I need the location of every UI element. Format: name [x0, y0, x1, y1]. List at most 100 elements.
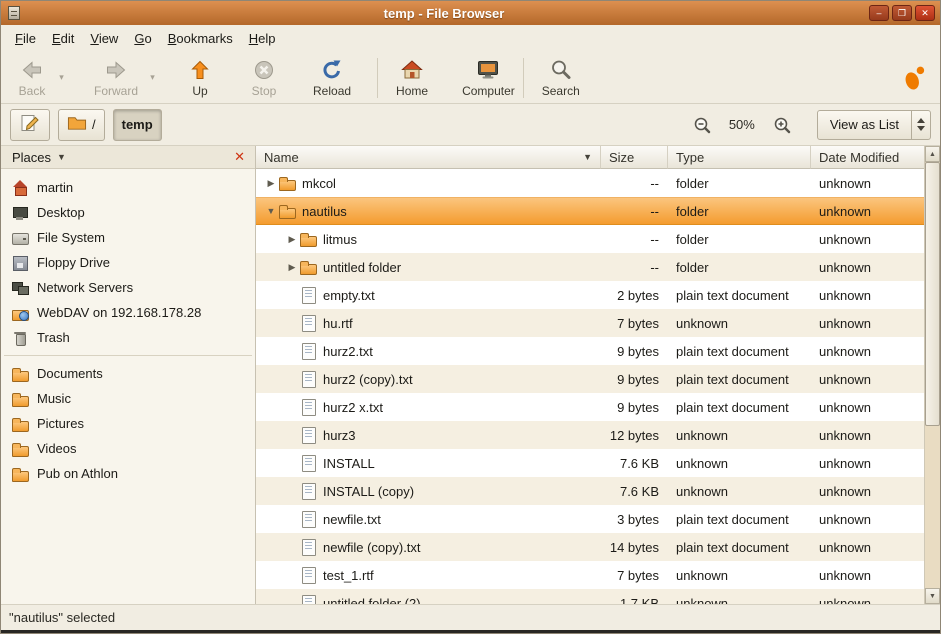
current-folder-button[interactable]: temp [113, 109, 162, 141]
window-title: temp - File Browser [22, 6, 866, 21]
file-type: plain text document [668, 393, 811, 421]
up-button[interactable]: Up [177, 56, 223, 100]
sidebar-item-martin[interactable]: martin [1, 175, 255, 200]
content-area: Places ▼ ✕ martin Desktop File System Flopp… [1, 146, 940, 604]
sidebar-item-pub-on-athlon[interactable]: Pub on Athlon [1, 461, 255, 486]
sidebar-item-trash[interactable]: Trash [1, 325, 255, 350]
titlebar[interactable]: temp - File Browser – ❐ ✕ [1, 1, 940, 25]
file-row-newfile-copy-txt[interactable]: newfile (copy).txt14 bytesplain text doc… [256, 533, 924, 561]
column-header-size[interactable]: Size [601, 146, 668, 169]
edit-location-icon [19, 112, 41, 137]
file-row-untitled-folder-2-[interactable]: untitled folder (2)1.7 KBunknownunknown [256, 589, 924, 604]
expand-expander-icon[interactable]: ▶ [263, 178, 279, 189]
sort-indicator-icon: ▼ [583, 152, 592, 162]
file-browser-window: temp - File Browser – ❐ ✕ FileEditViewGo… [0, 0, 941, 634]
close-sidebar-button[interactable]: ✕ [231, 149, 248, 165]
computer-button[interactable]: Computer [454, 56, 523, 100]
file-modified: unknown [811, 309, 924, 337]
menu-edit[interactable]: Edit [44, 27, 82, 50]
column-header-name[interactable]: Name ▼ [256, 146, 601, 169]
sidebar-item-music[interactable]: Music [1, 386, 255, 411]
zoom-out-button[interactable] [689, 115, 715, 135]
expand-expander-icon[interactable]: ▶ [284, 234, 300, 245]
menu-help[interactable]: Help [241, 27, 284, 50]
combo-spinner-icon [911, 111, 930, 139]
file-modified: unknown [811, 225, 924, 253]
menu-file[interactable]: File [7, 27, 44, 50]
search-label: Search [542, 84, 580, 98]
sidebar-item-documents[interactable]: Documents [1, 361, 255, 386]
file-size: -- [601, 198, 668, 224]
sidebar-item-network-servers[interactable]: Network Servers [1, 275, 255, 300]
scrollbar-thumb[interactable] [925, 162, 940, 426]
view-mode-dropdown[interactable]: View as List [817, 110, 931, 140]
sidebar-item-pictures[interactable]: Pictures [1, 411, 255, 436]
sidebar-item-label: Pictures [37, 416, 84, 431]
sidebar-item-label: Desktop [37, 205, 85, 220]
file-row-hu-rtf[interactable]: hu.rtf7 bytesunknownunknown [256, 309, 924, 337]
file-row-hurz2-x-txt[interactable]: hurz2 x.txt9 bytesplain text documentunk… [256, 393, 924, 421]
file-name: mkcol [302, 176, 336, 191]
file-row-untitled-folder[interactable]: ▶untitled folder--folderunknown [256, 253, 924, 281]
text-file-icon [300, 427, 317, 443]
file-size: 3 bytes [601, 505, 668, 533]
file-type: unknown [668, 449, 811, 477]
collapse-expander-icon[interactable]: ▼ [263, 206, 279, 216]
text-file-icon [300, 371, 317, 387]
file-name: hurz3 [323, 428, 356, 443]
file-list-rows: ▶mkcol--folderunknown▼nautilus--folderun… [256, 169, 924, 604]
home-icon [12, 180, 29, 196]
sidebar-item-floppy-drive[interactable]: Floppy Drive [1, 250, 255, 275]
file-row-test-1-rtf[interactable]: test_1.rtf7 bytesunknownunknown [256, 561, 924, 589]
minimize-button[interactable]: – [869, 5, 889, 21]
file-type: folder [668, 225, 811, 253]
close-button[interactable]: ✕ [915, 5, 935, 21]
file-row-install[interactable]: INSTALL7.6 KBunknownunknown [256, 449, 924, 477]
file-modified: unknown [811, 421, 924, 449]
text-file-icon [300, 343, 317, 359]
file-row-nautilus[interactable]: ▼nautilus--folderunknown [256, 197, 924, 225]
root-path-label: / [92, 117, 96, 132]
menu-go[interactable]: Go [126, 27, 159, 50]
file-row-hurz3[interactable]: hurz312 bytesunknownunknown [256, 421, 924, 449]
column-header-date-modified[interactable]: Date Modified [811, 146, 924, 169]
scrollbar-track[interactable] [925, 162, 940, 588]
file-name: untitled folder (2) [323, 596, 421, 605]
filesystem-icon [12, 230, 29, 246]
menu-bookmarks[interactable]: Bookmarks [160, 27, 241, 50]
file-row-hurz2-txt[interactable]: hurz2.txt9 bytesplain text documentunkno… [256, 337, 924, 365]
sidebar-item-webdav-on-192-168-178-28[interactable]: WebDAV on 192.168.178.28 [1, 300, 255, 325]
scroll-down-button[interactable]: ▼ [925, 588, 940, 604]
toggle-location-entry-button[interactable] [10, 109, 50, 141]
sidebar-item-file-system[interactable]: File System [1, 225, 255, 250]
maximize-button[interactable]: ❐ [892, 5, 912, 21]
menu-view[interactable]: View [82, 27, 126, 50]
window-menu-icon[interactable] [6, 5, 22, 21]
sidebar-item-videos[interactable]: Videos [1, 436, 255, 461]
sidebar-item-label: File System [37, 230, 105, 245]
places-dropdown[interactable]: Places ▼ [8, 149, 70, 166]
root-folder-button[interactable]: / [58, 109, 105, 141]
reload-button[interactable]: Reload [305, 56, 359, 100]
search-button[interactable]: Search [534, 56, 588, 100]
zoom-level: 50% [729, 117, 755, 132]
file-row-empty-txt[interactable]: empty.txt2 bytesplain text documentunkno… [256, 281, 924, 309]
file-size: 14 bytes [601, 533, 668, 561]
folder-icon [300, 259, 317, 275]
sidebar-item-desktop[interactable]: Desktop [1, 200, 255, 225]
zoom-in-button[interactable] [769, 115, 795, 135]
home-button[interactable]: Home [388, 56, 436, 100]
places-sidebar: Places ▼ ✕ martin Desktop File System Flopp… [1, 146, 256, 604]
file-row-install-copy-[interactable]: INSTALL (copy)7.6 KBunknownunknown [256, 477, 924, 505]
file-size: 2 bytes [601, 281, 668, 309]
file-name: INSTALL (copy) [323, 484, 414, 499]
vertical-scrollbar[interactable]: ▲ ▼ [924, 146, 940, 604]
column-header-type[interactable]: Type [668, 146, 811, 169]
file-row-litmus[interactable]: ▶litmus--folderunknown [256, 225, 924, 253]
file-row-mkcol[interactable]: ▶mkcol--folderunknown [256, 169, 924, 197]
file-row-newfile-txt[interactable]: newfile.txt3 bytesplain text documentunk… [256, 505, 924, 533]
file-row-hurz2-copy-txt[interactable]: hurz2 (copy).txt9 bytesplain text docume… [256, 365, 924, 393]
scroll-up-button[interactable]: ▲ [925, 146, 940, 162]
expand-expander-icon[interactable]: ▶ [284, 262, 300, 273]
gnome-throbber-icon [900, 65, 928, 91]
